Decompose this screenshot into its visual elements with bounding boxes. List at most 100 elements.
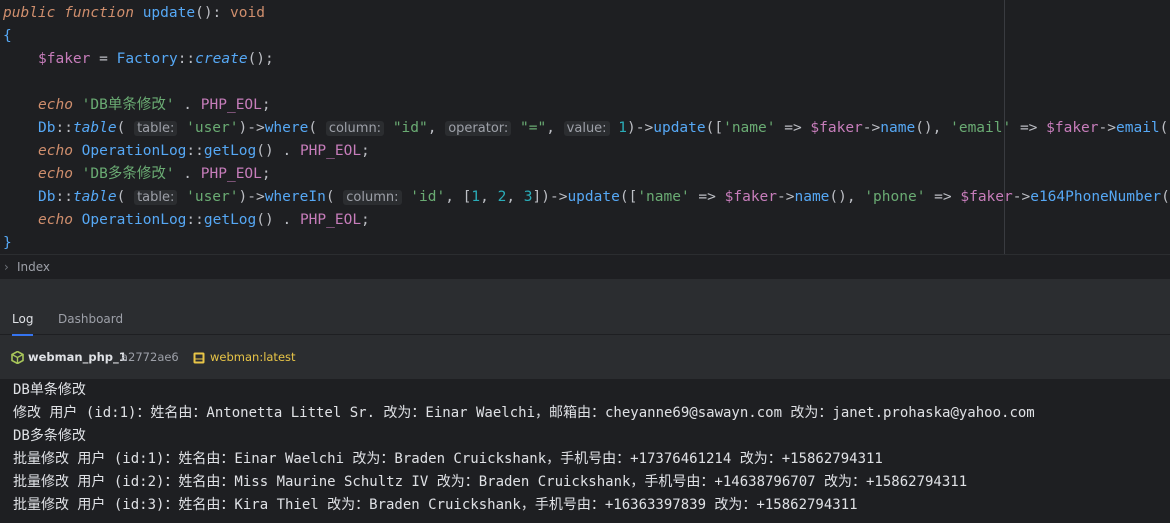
log-line: 批量修改 用户 (id:1)：姓名由：Einar Waelchi 改为：Brad… — [13, 451, 883, 467]
punct: , — [427, 120, 446, 136]
breadcrumb-item-index[interactable]: Index — [17, 255, 50, 279]
close-brace: } — [3, 235, 12, 251]
code-line-3[interactable]: $faker = Factory::create(); — [38, 48, 274, 71]
code-line-10[interactable]: echo OperationLog::getLog() . PHP_EOL; — [38, 209, 370, 232]
punct: -> — [1098, 120, 1116, 136]
keyword: echo — [38, 143, 73, 159]
keyword: echo — [38, 166, 73, 182]
method-name: table — [72, 189, 117, 205]
variable: $faker — [960, 189, 1013, 205]
punct: ( — [325, 189, 344, 205]
punct: :: — [186, 212, 204, 228]
tab-dashboard[interactable]: Dashboard — [58, 305, 123, 334]
punct: , — [546, 120, 564, 136]
keyword: function — [64, 5, 134, 21]
log-output[interactable]: DB单条修改 修改 用户 (id:1)：姓名由：Antonetta Littel… — [0, 379, 1170, 523]
punct: )-> — [238, 189, 265, 205]
constant: PHP_EOL — [299, 143, 362, 159]
constant: PHP_EOL — [200, 97, 262, 113]
method-name: create — [195, 51, 248, 67]
param-hint: column: — [325, 121, 385, 136]
punct: () . — [256, 212, 300, 228]
punct: )-> — [627, 120, 654, 136]
keyword: echo — [38, 212, 73, 228]
punct: . — [174, 166, 201, 182]
param-hint: operator: — [445, 121, 512, 136]
method-name: name — [794, 189, 830, 205]
punct: ( — [308, 120, 326, 136]
chevron-right-icon: › — [4, 260, 9, 274]
punct: -> — [862, 120, 881, 136]
keyword: public — [3, 5, 56, 21]
code-line-1[interactable]: public function update(): void — [3, 2, 265, 25]
method-name: getLog — [203, 143, 257, 159]
tool-window-tabs: Log Dashboard — [0, 305, 1170, 336]
punct: ; — [261, 97, 271, 113]
string: 'id' — [410, 189, 446, 205]
number: 1 — [471, 189, 481, 205]
punct: :: — [55, 189, 73, 205]
method-name: email — [1116, 120, 1160, 136]
param-hint: column: — [343, 190, 402, 205]
punct: , — [506, 189, 524, 205]
tab-log[interactable]: Log — [12, 305, 34, 336]
number: 1 — [618, 120, 628, 136]
code-line-11[interactable]: } — [3, 232, 12, 255]
punct: ()]); — [1159, 120, 1170, 136]
log-line: DB多条修改 — [13, 428, 86, 444]
log-line: 修改 用户 (id:1)：姓名由：Antonetta Littel Sr. 改为… — [13, 405, 1035, 421]
code-line-2[interactable]: { — [3, 25, 12, 48]
log-line: 批量修改 用户 (id:3)：姓名由：Kira Thiel 改为：Braden … — [13, 497, 858, 513]
punct: )-> — [238, 120, 265, 136]
class-name: OperationLog — [81, 143, 187, 159]
code-line-9[interactable]: Db::table( table: 'user')->whereIn( colu… — [38, 186, 1170, 209]
method-name: update — [653, 120, 706, 136]
param-hint: value: — [563, 121, 610, 136]
image-name[interactable]: webman:latest — [210, 343, 296, 371]
code-line-7[interactable]: echo OperationLog::getLog() . PHP_EOL; — [38, 140, 370, 163]
method-name: getLog — [203, 212, 257, 228]
class-name: Db — [38, 189, 56, 205]
variable: $faker — [1046, 120, 1099, 136]
breadcrumb[interactable]: › Index — [0, 254, 1170, 279]
punct: (), — [915, 120, 951, 136]
method-name: table — [72, 120, 117, 136]
punct: ; — [361, 143, 370, 159]
keyword: echo — [38, 97, 73, 113]
container-name[interactable]: webman_php_1 — [28, 343, 127, 371]
log-line: DB单条修改 — [13, 382, 86, 398]
class-name: Factory — [116, 51, 178, 67]
code-line-8[interactable]: echo 'DB多条修改' . PHP_EOL; — [38, 163, 271, 186]
string: 'phone' — [864, 189, 926, 205]
punct: , — [480, 189, 498, 205]
number: 3 — [523, 189, 533, 205]
punct: => — [689, 189, 725, 205]
class-name: Db — [38, 120, 56, 136]
function-name: update — [142, 5, 196, 21]
punct: , [ — [445, 189, 472, 205]
container-icon — [11, 343, 24, 371]
log-line: 批量修改 用户 (id:2)：姓名由：Miss Maurine Schultz … — [13, 474, 968, 490]
punct: (), — [829, 189, 865, 205]
code-line-5[interactable]: echo 'DB单条修改' . PHP_EOL; — [38, 94, 271, 117]
method-name: whereIn — [264, 189, 326, 205]
code-editor[interactable]: public function update(): void { $faker … — [0, 0, 1170, 254]
constant: PHP_EOL — [299, 212, 362, 228]
string: "id" — [392, 120, 428, 136]
punct: () . — [256, 143, 300, 159]
punct: = — [90, 51, 117, 67]
string: 'DB单条修改' — [81, 97, 175, 113]
string: 'user' — [186, 120, 239, 136]
constant: PHP_EOL — [200, 166, 262, 182]
punct: (); — [247, 51, 274, 67]
punct: (): — [195, 5, 231, 21]
container-id: a2772ae6 — [121, 350, 179, 364]
punct: => — [775, 120, 811, 136]
string: 'DB多条修改' — [81, 166, 175, 182]
open-brace: { — [3, 28, 12, 44]
param-hint: table: — [134, 121, 178, 136]
string: "=" — [520, 120, 547, 136]
punct: :: — [186, 143, 204, 159]
code-line-6[interactable]: Db::table( table: 'user')->where( column… — [38, 117, 1170, 140]
container-header: webman_php_1 a2772ae6 webman:latest — [0, 343, 1170, 371]
